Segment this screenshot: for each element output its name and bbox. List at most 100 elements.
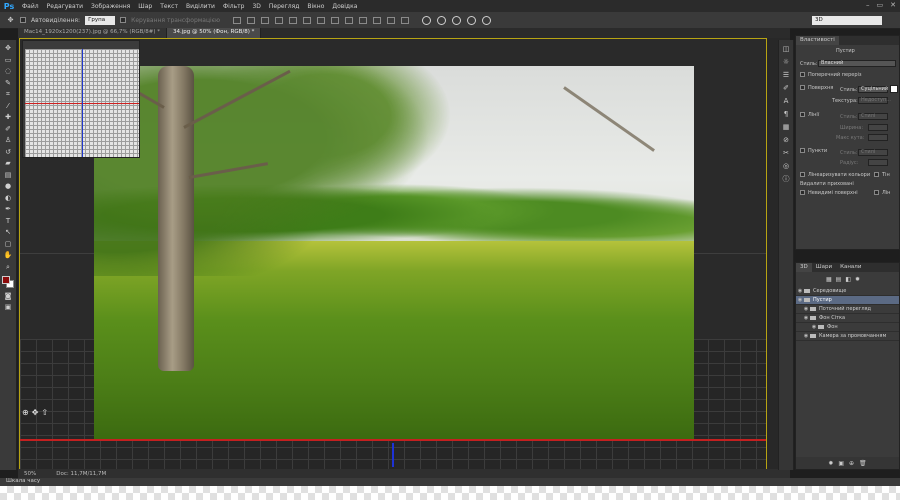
tab-properties[interactable]: Властивості [796, 36, 839, 45]
workspace-dropdown[interactable]: 3D [812, 16, 882, 25]
distribute-top-icon[interactable] [317, 16, 326, 24]
filter-mesh-icon[interactable]: ▤ [836, 276, 842, 283]
close-icon[interactable]: ✕ [890, 1, 896, 9]
mesh-width-input[interactable] [868, 124, 888, 131]
properties-icon[interactable]: ☰ [782, 72, 791, 79]
adjustments-icon[interactable]: ☼ [782, 59, 791, 66]
hand-icon[interactable]: ✋ [4, 251, 13, 259]
filter-material-icon[interactable]: ◧ [845, 276, 851, 283]
distribute-left-icon[interactable] [359, 16, 368, 24]
clone-stamp-icon[interactable]: ♙ [4, 136, 13, 144]
transform-checkbox[interactable] [120, 17, 127, 23]
move-tool-icon[interactable]: ✥ [6, 16, 15, 24]
distribute-right-icon[interactable] [387, 16, 396, 24]
auto-select-checkbox[interactable] [20, 17, 26, 23]
render-icon[interactable]: ▣ [838, 460, 844, 467]
tab-layers[interactable]: Шари [811, 263, 837, 272]
paragraph-icon[interactable]: ¶ [782, 111, 791, 118]
layer-row[interactable]: ◉ Камера за промовчанням [796, 332, 899, 341]
eraser-icon[interactable]: ▰ [4, 159, 13, 167]
menu-filter[interactable]: Фільтр [219, 3, 249, 10]
filter-scene-icon[interactable]: ▦ [826, 276, 832, 283]
character-icon[interactable]: A [782, 98, 791, 105]
auto-select-dropdown[interactable]: Група [85, 15, 116, 25]
linearize-checkbox[interactable] [800, 172, 805, 177]
menu-edit[interactable]: Редагувати [43, 3, 87, 10]
points-style-dropdown[interactable]: Стилі [858, 149, 888, 156]
align-middle-icon[interactable] [247, 16, 256, 24]
quick-mask-icon[interactable]: ◙ [4, 292, 13, 300]
points-checkbox[interactable] [800, 148, 805, 153]
menu-image[interactable]: Зображення [87, 3, 134, 10]
quick-select-icon[interactable]: ✎ [4, 79, 13, 87]
crop-icon[interactable]: ⌗ [4, 90, 13, 98]
zoom-icon[interactable]: ⌕ [4, 263, 13, 271]
pen-icon[interactable]: ✒ [4, 205, 13, 213]
line-checkbox[interactable] [874, 190, 879, 195]
delete-icon[interactable]: 🗑 [859, 460, 867, 467]
surface-checkbox[interactable] [800, 85, 805, 90]
history-icon[interactable]: ◫ [782, 46, 791, 53]
type-icon[interactable]: T [4, 217, 13, 225]
surface-texture-dropdown[interactable]: Недоступ... [858, 97, 891, 104]
info-icon[interactable]: ⓘ [782, 176, 791, 183]
gradient-icon[interactable]: ▤ [4, 171, 13, 179]
styles-icon[interactable]: ⊘ [782, 137, 791, 144]
shadows-checkbox[interactable] [874, 172, 879, 177]
visibility-eye-icon[interactable]: ◉ [802, 315, 810, 321]
eyedropper-icon[interactable]: ⁄ [4, 102, 13, 110]
filter-light-icon[interactable]: ✹ [855, 276, 860, 283]
brush-icon[interactable]: ✐ [4, 125, 13, 133]
screen-mode-icon[interactable]: ▣ [4, 303, 13, 311]
align-top-icon[interactable] [233, 16, 242, 24]
backface-checkbox[interactable] [800, 190, 805, 195]
3d-axis-gizmo[interactable]: ⊕ ✥ ⇧ [22, 408, 48, 417]
align-left-icon[interactable] [275, 16, 284, 24]
maximize-icon[interactable]: ▭ [877, 1, 884, 9]
layer-row[interactable]: ◉ Поточний перегляд [796, 305, 899, 314]
mesh-angle-input[interactable] [868, 134, 888, 141]
menu-help[interactable]: Довідка [328, 3, 361, 10]
marquee-icon[interactable]: ▭ [4, 56, 13, 64]
3d-drag-icon[interactable] [452, 15, 462, 25]
3d-rotate-icon[interactable] [422, 15, 432, 25]
move-icon[interactable]: ✥ [4, 44, 13, 52]
path-select-icon[interactable]: ↖ [4, 228, 13, 236]
tab-3d[interactable]: 3D [796, 263, 812, 272]
align-center-icon[interactable] [289, 16, 298, 24]
mesh-style-dropdown[interactable]: Стилі [858, 113, 888, 120]
brush-preset-icon[interactable]: ✐ [782, 85, 791, 92]
align-bottom-icon[interactable] [261, 16, 270, 24]
menu-file[interactable]: Файл [18, 3, 43, 10]
auto-align-icon[interactable] [401, 16, 410, 24]
cross-section-checkbox[interactable] [800, 72, 805, 77]
layer-row[interactable]: ◉ Фон [796, 323, 899, 332]
3d-scale-icon[interactable] [482, 15, 492, 25]
menu-3d[interactable]: 3D [248, 3, 264, 10]
color-swatches[interactable] [2, 276, 14, 288]
minimize-icon[interactable]: – [866, 1, 870, 9]
dodge-icon[interactable]: ◐ [4, 194, 13, 202]
style-dropdown[interactable]: Власний [818, 60, 896, 67]
zoom-level[interactable]: 50% [24, 471, 36, 477]
mesh-checkbox[interactable] [800, 112, 805, 117]
shape-icon[interactable]: ▢ [4, 240, 13, 248]
surface-style-dropdown[interactable]: Суцільний [858, 86, 888, 93]
blur-icon[interactable]: ● [4, 182, 13, 190]
menu-type[interactable]: Текст [156, 3, 182, 10]
layer-row[interactable]: ◉ Середовище [796, 287, 899, 296]
timeline-label[interactable]: Шкала часу [6, 478, 40, 484]
menu-layer[interactable]: Шар [134, 3, 156, 10]
foreground-color-swatch[interactable] [2, 276, 10, 284]
swatches-icon[interactable]: ▦ [782, 124, 791, 131]
distribute-bottom-icon[interactable] [345, 16, 354, 24]
align-right-icon[interactable] [303, 16, 312, 24]
distribute-center-icon[interactable] [373, 16, 382, 24]
distribute-middle-icon[interactable] [331, 16, 340, 24]
tab-mac14[interactable]: Mac14_1920x1200(237).jpg @ 66,7% (RGB/8#… [18, 28, 168, 38]
visibility-eye-icon[interactable]: ◉ [802, 306, 810, 312]
menu-select[interactable]: Виділити [182, 3, 219, 10]
tab-34[interactable]: 34.jpg @ 50% (Фон, RGB/8) * [167, 28, 262, 38]
photo-layer[interactable] [94, 66, 694, 441]
navigator-icon[interactable]: ◎ [782, 163, 791, 170]
